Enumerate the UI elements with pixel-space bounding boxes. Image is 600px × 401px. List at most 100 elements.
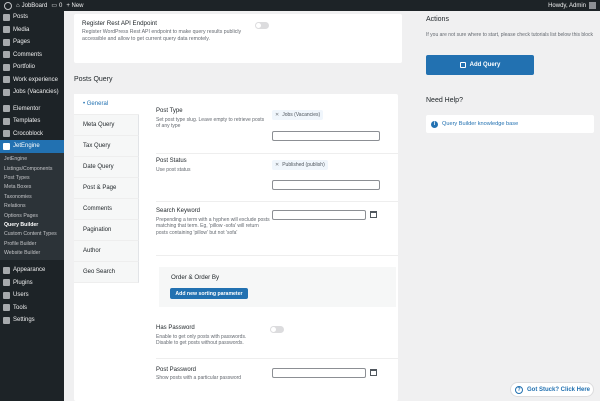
submenu-item-taxonomies[interactable]: Taxonomies [0,192,64,201]
rest-toggle[interactable] [255,22,269,29]
jobs-icon [3,88,10,96]
sidebar-item-elementor[interactable]: Elementor [0,103,64,116]
tab-post-page[interactable]: Post & Page [74,178,139,199]
has-password-row: Has Password Enable to get only posts wi… [156,323,398,359]
post-type-row: Post Type Set post type slug. Leave empt… [156,108,398,154]
tab-comments[interactable]: Comments [74,199,139,220]
submenu-item-query-builder[interactable]: Query Builder [0,220,64,229]
work-icon [3,76,10,84]
comments-icon [3,51,10,59]
tab-meta-query[interactable]: Meta Query [74,115,139,136]
calendar-icon[interactable] [370,211,377,218]
search-keyword-row: Search Keyword Prepending a term with a … [156,206,398,256]
got-stuck-button[interactable]: ? Got Stuck? Click Here [510,382,594,397]
sidebar-item-tools[interactable]: Tools [0,301,64,314]
query-tabs: • General Meta Query Tax Query Date Query Po… [74,94,139,283]
knowledge-base-link[interactable]: i Query Builder knowledge base [426,115,594,133]
submenu-item-profile-builder[interactable]: Profile Builder [0,239,64,248]
calendar-icon[interactable] [370,369,377,376]
submenu-item-listings-components[interactable]: Listings/Components [0,164,64,173]
sidebar-item-portfolio[interactable]: Portfolio [0,61,64,74]
post-password-help: Show posts with a particular password [156,375,242,381]
close-icon[interactable]: ✕ [275,112,279,118]
order-block: Order & Order By Add new sorting paramet… [159,267,396,307]
add-sorting-button[interactable]: Add new sorting parameter [170,288,248,299]
templates-icon [3,117,10,125]
account-menu[interactable]: Howdy, Admin [548,2,596,9]
sidebar-item-jetengine[interactable]: JetEngine [0,140,64,153]
sidebar-item-users[interactable]: Users [0,289,64,302]
tab-geo-search[interactable]: Geo Search [74,262,139,283]
media-icon [3,26,10,34]
question-icon: ? [515,385,523,394]
comment-icon: ▭ [51,3,57,9]
sidebar-item-work-experience[interactable]: Work experience [0,74,64,87]
submenu-item-relations[interactable]: Relations [0,201,64,210]
submenu-item-jetengine[interactable]: JetEngine [0,155,64,164]
sidebar-item-appearance[interactable]: Appearance [0,264,64,277]
tab-pagination[interactable]: Pagination [74,220,139,241]
jetengine-icon [3,142,10,150]
save-icon [459,62,466,68]
sidebar-item-crocoblock[interactable]: Crocoblock [0,128,64,141]
post-password-input[interactable] [272,368,366,378]
site-name-link[interactable]: ⌂ JobBoard [16,3,47,9]
help-title: Need Help? [426,97,463,104]
submenu-item-meta-boxes[interactable]: Meta Boxes [0,183,64,192]
close-icon[interactable]: ✕ [275,162,279,168]
sidebar-item-comments[interactable]: Comments [0,49,64,62]
home-icon: ⌂ [16,2,20,9]
submenu-item-custom-content-types[interactable]: Custom Content Types [0,230,64,239]
main-content: Register Rest API Endpoint Register Word… [64,11,600,401]
post-type-input[interactable] [272,131,380,141]
comments-link[interactable]: ▭ 0 [51,2,62,10]
jetengine-submenu: JetEngine Listings/Components Post Types Me… [0,152,64,260]
sidebar-item-jobs-vacancies[interactable]: Jobs (Vacancies) [0,86,64,99]
tab-date-query[interactable]: Date Query [74,157,139,178]
tab-author[interactable]: Author [74,241,139,262]
sidebar-item-templates[interactable]: Templates [0,115,64,128]
new-content-link[interactable]: + New [66,3,83,9]
post-type-help: Set post type slug. Leave empty to retri… [156,117,265,130]
has-password-label: Has Password [156,325,195,331]
post-status-chip[interactable]: ✕ Published (publish) [272,160,328,170]
rest-desc: Register WordPress Rest API endpoint to … [82,29,242,42]
submenu-item-website-builder[interactable]: Website Builder [0,248,64,257]
tools-icon [3,304,10,312]
submenu-item-post-types[interactable]: Post Types [0,173,64,182]
add-query-button[interactable]: Add Query [426,55,534,75]
elementor-icon [3,105,10,113]
search-keyword-help: Prepending a term with a hyphen will exc… [156,217,270,236]
pages-icon [3,38,10,46]
sidebar-item-media[interactable]: Media [0,24,64,37]
rest-api-card: Register Rest API Endpoint Register Word… [74,14,402,63]
tab-general[interactable]: • General [74,94,139,115]
tab-tax-query[interactable]: Tax Query [74,136,139,157]
rest-title: Register Rest API Endpoint [82,20,157,27]
sidebar-item-settings[interactable]: Settings [0,314,64,327]
post-status-row: Post Status Use post status ✕ Published (… [156,156,398,202]
sidebar-item-posts[interactable]: Posts [0,11,64,24]
portfolio-icon [3,63,10,71]
has-password-toggle[interactable] [270,326,284,333]
wp-logo-icon[interactable] [4,1,12,10]
settings-icon [3,316,10,324]
appearance-icon [3,266,10,274]
actions-title: Actions [426,16,449,23]
pin-icon [3,13,10,21]
sidebar-item-pages[interactable]: Pages [0,36,64,49]
has-password-help: Enable to get only posts with passwords.… [156,334,247,347]
sidebar-item-plugins[interactable]: Plugins [0,276,64,289]
admin-bar: ⌂ JobBoard ▭ 0 + New Howdy, Admin [0,0,600,11]
post-password-row: Post Password Show posts with a particul… [156,365,398,395]
crocoblock-icon [3,130,10,138]
post-status-help: Use post status [156,167,191,173]
posts-query-heading: Posts Query [74,76,113,83]
post-status-input[interactable] [272,180,380,190]
post-type-label: Post Type [156,108,183,114]
post-type-chip[interactable]: ✕ Jobs (Vacancies) [272,110,324,120]
search-keyword-input[interactable] [272,210,366,220]
info-icon: i [431,120,438,128]
submenu-item-options-pages[interactable]: Options Pages [0,211,64,220]
plugins-icon [3,279,10,287]
